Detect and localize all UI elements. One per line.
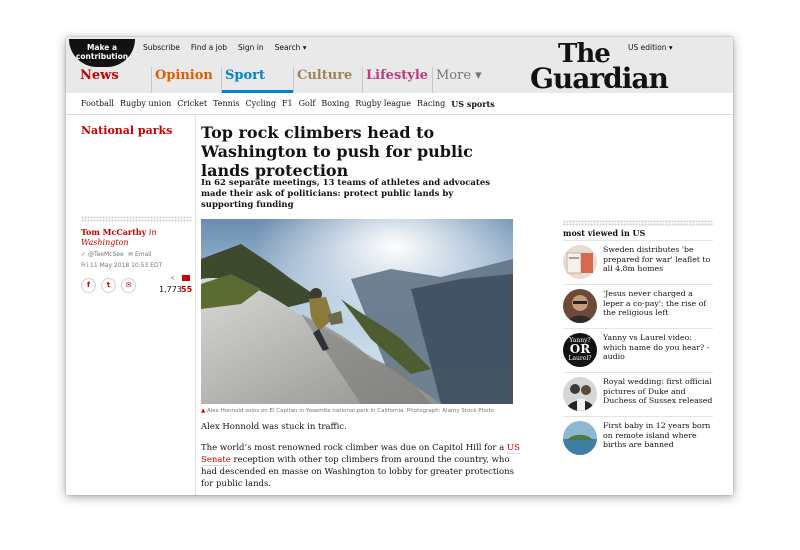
thumb-or-text: OR <box>569 342 591 356</box>
subscribe-link[interactable]: Subscribe <box>143 43 180 52</box>
mv-text-1: Sweden distributes 'be prepared for war'… <box>603 245 711 273</box>
caption-text: Alex Honnold solos on El Capitan in Yose… <box>206 408 494 414</box>
mv-text-2: 'Jesus never charged a leper a co-pay': … <box>603 289 707 317</box>
royal-wedding-thumb-image <box>563 377 597 411</box>
article-paragraph-1: Alex Honnold was stuck in traffic. <box>201 422 347 432</box>
subnav-rugby-union[interactable]: Rugby union <box>120 99 171 109</box>
leaflet-thumb-image <box>563 245 597 279</box>
email-label: Email <box>134 251 152 258</box>
mv-text-5: First baby in 12 years born on remote is… <box>603 421 711 449</box>
person-thumb-image <box>563 289 597 323</box>
author-place: Washington <box>81 238 129 247</box>
most-viewed-divider <box>563 220 713 226</box>
para2-text-b: reception with other top climbers from a… <box>201 455 514 489</box>
subnav-rugby-league[interactable]: Rugby league <box>355 99 411 109</box>
pillar-more[interactable]: More ▾ <box>432 67 492 93</box>
pillar-lifestyle[interactable]: Lifestyle <box>362 67 432 93</box>
pillar-opinion-label: Opinion <box>155 68 213 83</box>
subnav-us-sports[interactable]: US sports <box>451 99 494 109</box>
mv-text-3: Yanny vs Laurel video: which name do you… <box>603 333 710 361</box>
contribution-label-line1: Make a <box>86 43 118 52</box>
section-label[interactable]: National parks <box>81 124 172 137</box>
author-in: in <box>148 228 157 237</box>
subnav-tennis[interactable]: Tennis <box>213 99 239 109</box>
email-author-link[interactable]: ✉ Email <box>128 251 152 258</box>
climber-photo <box>201 219 513 404</box>
envelope-icon: ✉ <box>128 251 134 258</box>
top-links: Subscribe Find a job Sign in Search ▾ <box>143 43 307 52</box>
subnav-cycling[interactable]: Cycling <box>245 99 276 109</box>
guardian-logo[interactable]: The Guardian <box>530 39 680 95</box>
site-header: Make a contribution Subscribe Find a job… <box>66 37 733 95</box>
pillar-culture-label: Culture <box>297 68 353 83</box>
author-name[interactable]: Tom McCarthy <box>81 227 146 237</box>
most-viewed-item-3[interactable]: Yanny? OR Laurel? Yanny vs Laurel video:… <box>563 328 713 370</box>
email-share-icon[interactable]: ✉ <box>121 278 136 293</box>
mv-thumb-5 <box>563 421 597 455</box>
pillar-sport[interactable]: Sport <box>221 67 293 93</box>
make-contribution-button[interactable]: Make a contribution <box>69 39 135 67</box>
pillar-sport-label: Sport <box>225 68 266 83</box>
pillar-lifestyle-label: Lifestyle <box>366 68 429 83</box>
browser-page: Make a contribution Subscribe Find a job… <box>66 37 733 495</box>
para2-text-a: The world’s most renowned rock climber w… <box>201 443 505 453</box>
subnav-football[interactable]: Football <box>81 99 114 109</box>
subnav-boxing[interactable]: Boxing <box>321 99 349 109</box>
twitter-bird-icon: ✓ <box>81 251 87 258</box>
publish-date: Fri 11 May 2018 10.53 EDT <box>81 262 163 269</box>
most-viewed-item-1[interactable]: Sweden distributes 'be prepared for war'… <box>563 240 713 282</box>
share-count-icon: < <box>170 275 176 282</box>
mv-thumb-1 <box>563 245 597 279</box>
pillar-news[interactable]: News <box>77 67 151 93</box>
sport-subnav: Football Rugby union Cricket Tennis Cycl… <box>66 93 733 115</box>
find-a-job-link[interactable]: Find a job <box>191 43 227 52</box>
island-thumb-image <box>563 421 597 455</box>
share-count: 1,773 <box>159 285 182 294</box>
facebook-share-icon[interactable]: f <box>81 278 96 293</box>
thumb-laurel-text: Laurel? <box>568 355 592 362</box>
pillar-opinion[interactable]: Opinion <box>151 67 221 93</box>
article-main-photo <box>201 219 513 404</box>
subnav-racing[interactable]: Racing <box>417 99 445 109</box>
byline: Tom McCarthy in Washington <box>81 227 191 248</box>
twitter-handle[interactable]: ✓ @TeeMcSee <box>81 251 124 258</box>
article-meta-column: National parks Tom McCarthy in Washingto… <box>66 115 196 495</box>
pillar-nav: News Opinion Sport Culture Lifestyle Mor… <box>66 67 506 93</box>
pillar-culture[interactable]: Culture <box>293 67 362 93</box>
meta-divider <box>81 216 192 222</box>
pillar-more-label: More ▾ <box>436 68 482 83</box>
most-viewed-item-5[interactable]: First baby in 12 years born on remote is… <box>563 416 713 458</box>
article-standfirst: In 62 separate meetings, 13 teams of ath… <box>201 178 491 210</box>
sign-in-link[interactable]: Sign in <box>238 43 264 52</box>
most-viewed-item-4[interactable]: Royal wedding: first official pictures o… <box>563 372 713 414</box>
photo-caption: ▲ Alex Honnold solos on El Capitan in Yo… <box>201 408 513 414</box>
subnav-items: Football Rugby union Cricket Tennis Cycl… <box>81 99 495 109</box>
article-headline: Top rock climbers head to Washington to … <box>201 123 473 180</box>
pillar-news-label: News <box>80 68 119 83</box>
twitter-share-icon[interactable]: t <box>101 278 116 293</box>
contribution-label-line2: contribution <box>75 52 129 61</box>
mv-thumb-2 <box>563 289 597 323</box>
subnav-f1[interactable]: F1 <box>282 99 293 109</box>
comment-icon <box>182 275 190 281</box>
most-viewed-item-2[interactable]: 'Jesus never charged a leper a co-pay': … <box>563 284 713 326</box>
mv-thumb-3: Yanny? OR Laurel? <box>563 333 597 367</box>
subnav-golf[interactable]: Golf <box>299 99 316 109</box>
most-viewed-title: most viewed in US <box>563 228 646 238</box>
mv-text-4: Royal wedding: first official pictures o… <box>603 377 713 405</box>
comment-count[interactable]: 55 <box>181 285 192 294</box>
subnav-cricket[interactable]: Cricket <box>177 99 207 109</box>
mv-thumb-4 <box>563 377 597 411</box>
twitter-handle-text: @TeeMcSee <box>87 251 124 258</box>
logo-line-guardian: Guardian <box>530 62 669 95</box>
caption-triangle-icon: ▲ <box>201 408 206 414</box>
search-dropdown[interactable]: Search ▾ <box>275 43 307 52</box>
article-paragraph-2: The world’s most renowned rock climber w… <box>201 442 521 490</box>
